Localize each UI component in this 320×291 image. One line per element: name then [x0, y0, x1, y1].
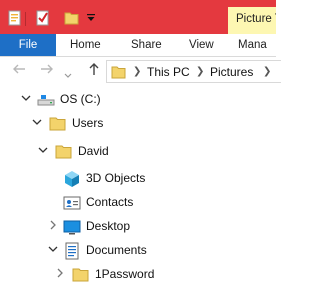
- navigation-pane: OS (C:) Users David 3D Objects Contacts …: [0, 88, 276, 291]
- tree-item-3d-objects[interactable]: 3D Objects: [0, 167, 276, 191]
- breadcrumb-this-pc[interactable]: This PC: [147, 65, 190, 79]
- title-bar: Picture T: [0, 0, 276, 34]
- tab-view[interactable]: View: [189, 34, 214, 56]
- folder-icon: [72, 268, 89, 282]
- navigation-bar: ❯ This PC ❯ Pictures ❯: [0, 57, 281, 88]
- tab-manage[interactable]: Mana: [238, 34, 267, 56]
- chevron-down-icon[interactable]: [47, 243, 59, 255]
- up-button[interactable]: [87, 62, 101, 79]
- quick-access-divider: [25, 12, 26, 26]
- breadcrumb-separator[interactable]: ❯: [196, 66, 204, 77]
- tree-item-label: 1Password: [95, 267, 155, 281]
- tab-share[interactable]: Share: [131, 34, 162, 56]
- tree-item-label: Users: [72, 116, 104, 130]
- tree-item-label: OS (C:): [60, 92, 101, 106]
- chevron-right-icon[interactable]: [47, 219, 59, 231]
- chevron-down-icon[interactable]: [37, 144, 49, 156]
- forward-arrow-icon: [41, 64, 53, 74]
- tree-item-david[interactable]: David: [0, 140, 276, 164]
- up-arrow-icon: [89, 63, 99, 75]
- tree-item-label: Desktop: [86, 219, 131, 233]
- folder-icon: [49, 117, 66, 131]
- back-arrow-icon: [13, 64, 25, 74]
- chevron-down-icon[interactable]: [20, 92, 32, 104]
- drive-icon: [37, 95, 55, 106]
- tab-file[interactable]: File: [0, 34, 56, 56]
- chevron-right-icon[interactable]: [54, 267, 66, 279]
- tree-item-label: 3D Objects: [86, 171, 146, 185]
- address-bar[interactable]: ❯ This PC ❯ Pictures ❯: [106, 60, 281, 83]
- tree-item-label: David: [78, 144, 109, 158]
- tree-item-os-c[interactable]: OS (C:): [0, 88, 276, 112]
- tab-home[interactable]: Home: [70, 34, 101, 56]
- breadcrumb-pictures[interactable]: Pictures: [210, 65, 253, 79]
- tree-item-desktop[interactable]: Desktop: [0, 215, 276, 239]
- desktop-icon: [63, 220, 81, 235]
- documents-icon: [65, 242, 79, 260]
- tree-item-contacts[interactable]: Contacts: [0, 191, 276, 215]
- chevron-down-icon[interactable]: [31, 116, 43, 128]
- folder-icon: [55, 145, 72, 159]
- recent-locations-button[interactable]: [64, 66, 72, 82]
- cube-icon: [65, 171, 79, 187]
- back-button[interactable]: [12, 62, 26, 79]
- breadcrumb-separator: ❯: [133, 66, 142, 77]
- forward-button[interactable]: [40, 62, 54, 79]
- ribbon-tabs: File Home Share View Mana: [0, 34, 276, 57]
- tree-item-1password[interactable]: 1Password: [0, 263, 276, 287]
- breadcrumb-separator[interactable]: ❯: [263, 66, 271, 77]
- tree-item-label: Documents: [86, 243, 147, 257]
- tree-item-documents[interactable]: Documents: [0, 239, 276, 263]
- tree-item-users[interactable]: Users: [0, 112, 276, 136]
- pictures-folder-icon: [111, 64, 127, 83]
- properties-icon[interactable]: [8, 10, 22, 29]
- chevron-down-icon: [64, 73, 72, 78]
- tree-item-label: Contacts: [86, 195, 134, 209]
- customize-dropdown-icon[interactable]: [86, 12, 96, 26]
- tab-picture-tools[interactable]: Picture T: [228, 7, 276, 34]
- checkmark-icon[interactable]: [36, 10, 50, 29]
- new-folder-icon[interactable]: [64, 10, 80, 29]
- contacts-icon: [63, 196, 81, 210]
